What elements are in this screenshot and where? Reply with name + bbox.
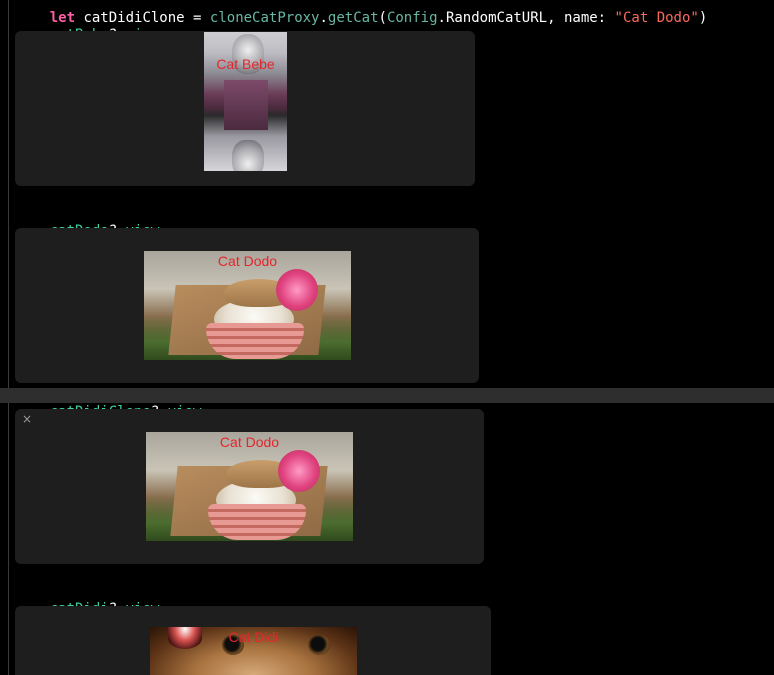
assign-op: = [184, 10, 210, 26]
cat-image-bebe: Cat Bebe [204, 32, 287, 171]
result-view-catbebe[interactable]: Cat Bebe [15, 31, 475, 186]
proxy-name: cloneCatProxy [209, 10, 320, 26]
cat-image-didi: Cat Didi [150, 627, 357, 675]
cat-image-dodo: Cat Dodo [144, 251, 351, 360]
method-name: getCat [327, 10, 379, 26]
cat-photo-card [224, 80, 268, 130]
basket [208, 504, 306, 540]
name-arg-label: , name: [547, 10, 615, 26]
result-view-catdidi[interactable]: Cat Didi [15, 606, 491, 675]
cat-caption: Cat Dodo [219, 434, 280, 450]
flower [276, 269, 318, 311]
cat-image-dodo-clone: Cat Dodo [146, 432, 353, 541]
close-icon[interactable]: × [22, 412, 32, 426]
gutter-divider [8, 0, 9, 675]
result-view-catdidiclone[interactable]: × Cat Dodo [15, 409, 484, 564]
string-literal: "Cat Dodo" [614, 10, 699, 26]
dot: . [319, 10, 328, 26]
open-paren: ( [378, 10, 387, 26]
flower [278, 450, 320, 492]
result-view-catdodo[interactable]: Cat Dodo [15, 228, 479, 383]
cat-caption: Cat Bebe [216, 56, 275, 72]
close-paren: ) [698, 10, 708, 26]
cat-caption: Cat Dodo [217, 253, 278, 269]
playground-editor: let catDidiClone = cloneCatProxy.getCat(… [0, 0, 774, 675]
url-name: RandomCatURL [445, 10, 548, 26]
basket [206, 323, 304, 359]
cat-caption: Cat Didi [228, 629, 279, 645]
cat-photo-reflection [232, 140, 264, 171]
config-name: Config [386, 10, 438, 26]
dot: . [437, 10, 446, 26]
